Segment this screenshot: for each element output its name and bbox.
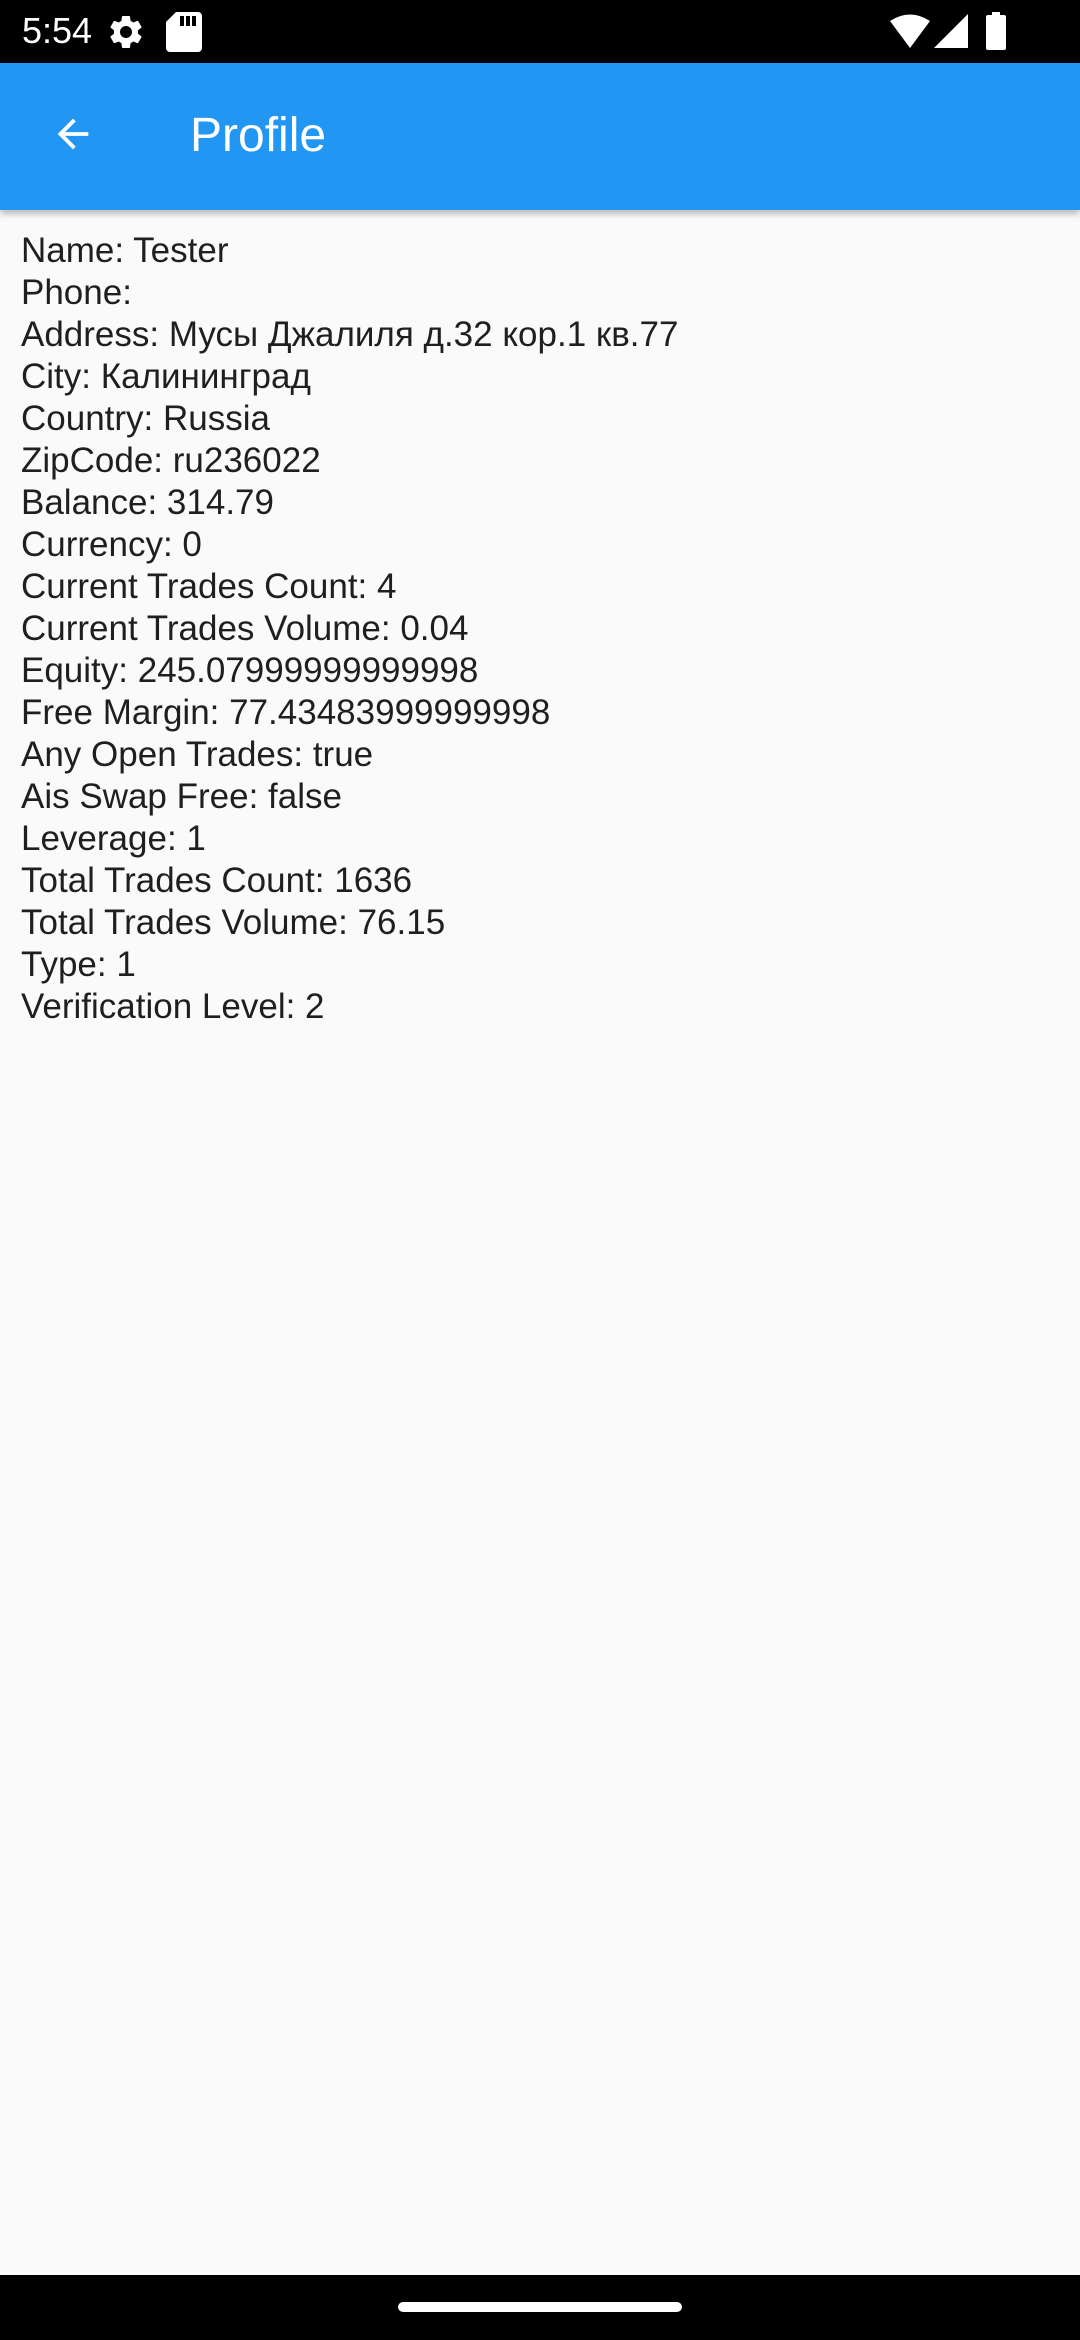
profile-address: Address: Мусы Джалиля д.32 кор.1 кв.77 bbox=[21, 315, 679, 354]
status-time: 5:54 bbox=[22, 10, 93, 51]
profile-free-margin: Free Margin: 77.43483999999998 bbox=[21, 693, 551, 732]
sd-card-icon bbox=[166, 12, 202, 57]
home-handle[interactable] bbox=[398, 2302, 682, 2312]
profile-city: City: Калининград bbox=[21, 357, 311, 396]
profile-total-trades-volume: Total Trades Volume: 76.15 bbox=[21, 903, 446, 942]
profile-leverage: Leverage: 1 bbox=[21, 819, 206, 858]
back-button[interactable] bbox=[28, 91, 118, 181]
arrow-back-icon bbox=[50, 111, 96, 162]
profile-total-trades-count: Total Trades Count: 1636 bbox=[21, 861, 413, 900]
profile-current-trades-volume: Current Trades Volume: 0.04 bbox=[21, 609, 469, 648]
profile-phone: Phone: bbox=[21, 273, 132, 312]
status-bar: 5:54 bbox=[0, 0, 1080, 63]
profile-zipcode: ZipCode: ru236022 bbox=[21, 441, 321, 480]
profile-country: Country: Russia bbox=[21, 399, 270, 438]
profile-swap-free: Ais Swap Free: false bbox=[21, 777, 342, 816]
profile-balance: Balance: 314.79 bbox=[21, 483, 274, 522]
battery-icon bbox=[986, 12, 1006, 55]
app-bar: Profile bbox=[0, 63, 1080, 210]
profile-current-trades-count: Current Trades Count: 4 bbox=[21, 567, 397, 606]
settings-gear-icon bbox=[106, 12, 146, 57]
profile-currency: Currency: 0 bbox=[21, 525, 202, 564]
page-title: Profile bbox=[190, 109, 327, 162]
profile-details: Name: Tester Phone: Address: Мусы Джалил… bbox=[21, 230, 1061, 1028]
profile-name: Name: Tester bbox=[21, 231, 229, 270]
profile-type: Type: 1 bbox=[21, 945, 136, 984]
profile-any-open-trades: Any Open Trades: true bbox=[21, 735, 374, 774]
profile-equity: Equity: 245.07999999999998 bbox=[21, 651, 479, 690]
cellular-signal-icon bbox=[934, 14, 968, 53]
profile-verification-level: Verification Level: 2 bbox=[21, 987, 325, 1026]
wifi-icon bbox=[890, 14, 930, 53]
navigation-bar bbox=[0, 2275, 1080, 2340]
